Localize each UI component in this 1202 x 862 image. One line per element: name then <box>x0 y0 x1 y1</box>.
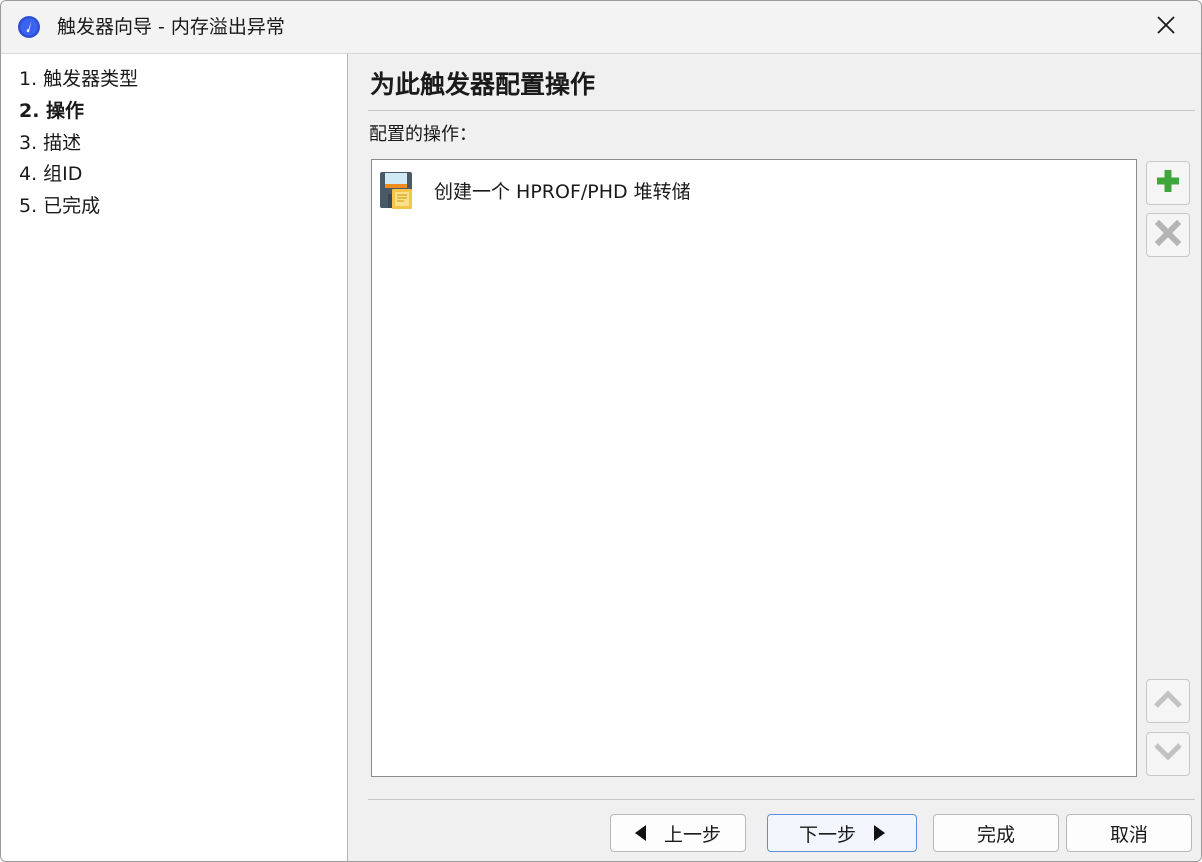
footer-divider <box>368 799 1195 800</box>
arrow-left-icon <box>634 825 646 841</box>
chevron-up-icon <box>1153 689 1183 713</box>
compass-app-icon <box>17 15 41 39</box>
close-button[interactable] <box>1141 3 1191 51</box>
step-finished: 5. 已完成 <box>19 195 101 217</box>
step-trigger-type: 1. 触发器类型 <box>19 68 139 90</box>
next-button-label: 下一步 <box>798 823 856 846</box>
configured-actions-list[interactable]: 创建一个 HPROF/PHD 堆转储 <box>371 159 1137 777</box>
next-button[interactable]: 下一步 <box>767 814 917 852</box>
finish-button-label: 完成 <box>976 823 1015 846</box>
back-button[interactable]: 上一步 <box>610 814 746 852</box>
cancel-button-label: 取消 <box>1109 823 1148 846</box>
back-button-label: 上一步 <box>663 823 721 846</box>
window-title: 触发器向导 - 内存溢出异常 <box>57 16 285 38</box>
heap-dump-icon <box>378 170 418 210</box>
add-action-button[interactable] <box>1146 161 1190 205</box>
cancel-button[interactable]: 取消 <box>1066 814 1192 852</box>
remove-action-button[interactable] <box>1146 213 1190 257</box>
step-actions: 2. 操作 <box>19 100 85 122</box>
action-label: 创建一个 HPROF/PHD 堆转储 <box>434 180 691 203</box>
page-title: 为此触发器配置操作 <box>370 70 596 99</box>
wizard-steps-sidebar: 1. 触发器类型 2. 操作 3. 描述 4. 组ID 5. 已完成 <box>1 53 348 861</box>
move-down-button[interactable] <box>1146 732 1190 776</box>
chevron-down-icon <box>1153 742 1183 766</box>
step-description: 3. 描述 <box>19 132 82 154</box>
trigger-wizard-window: 触发器向导 - 内存溢出异常 1. 触发器类型 2. 操作 3. 描述 4. 组… <box>0 0 1202 862</box>
close-icon <box>1156 15 1176 39</box>
title-divider <box>368 110 1195 111</box>
title-bar: 触发器向导 - 内存溢出异常 <box>1 1 1201 53</box>
plus-icon <box>1155 168 1181 198</box>
move-up-button[interactable] <box>1146 679 1190 723</box>
list-item[interactable]: 创建一个 HPROF/PHD 堆转储 <box>378 168 1118 212</box>
step-group-id: 4. 组ID <box>19 163 83 185</box>
actions-list-label: 配置的操作： <box>369 124 477 145</box>
delete-icon <box>1154 219 1182 250</box>
arrow-right-icon <box>874 825 885 841</box>
main-panel: 为此触发器配置操作 配置的操作： 创建一个 HPROF/PHD 堆转储 上一步 … <box>348 53 1201 861</box>
finish-button[interactable]: 完成 <box>933 814 1059 852</box>
